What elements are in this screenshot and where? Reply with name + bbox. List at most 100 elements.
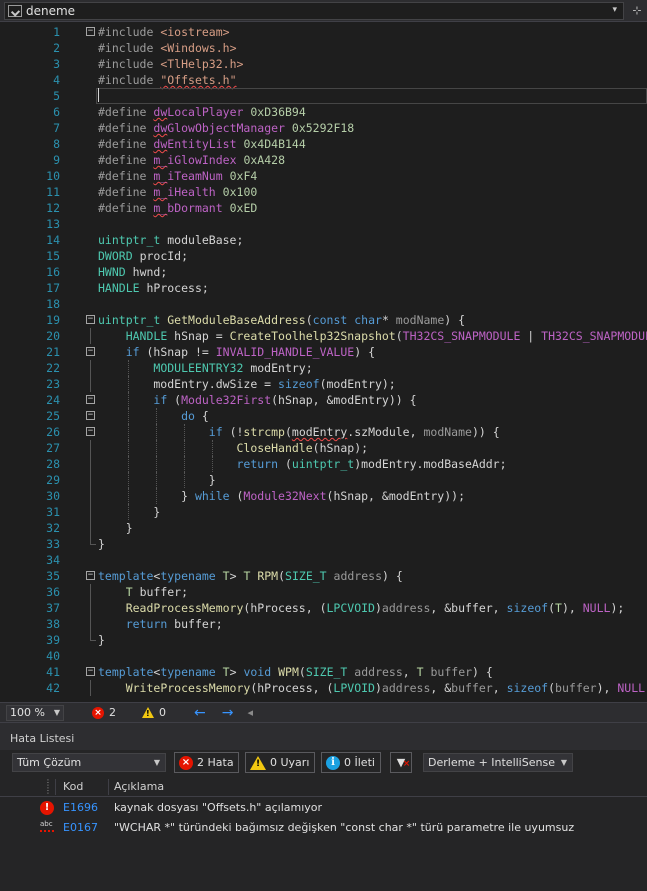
code-line[interactable]: 23 modEntry.dwSize = sizeof(modEntry); — [0, 376, 647, 392]
column-separator[interactable] — [108, 779, 109, 795]
code-line[interactable]: 38 return buffer; — [0, 616, 647, 632]
collapse-icon[interactable]: − — [86, 427, 95, 436]
code-line[interactable]: 18 — [0, 296, 647, 312]
file-selector-dropdown[interactable]: deneme ▾ — [4, 2, 624, 20]
code-line[interactable]: 21 − if (hSnap != INVALID_HANDLE_VALUE) { — [0, 344, 647, 360]
code-text: HWND hwnd; — [98, 265, 168, 279]
code-line[interactable]: 25 − do { — [0, 408, 647, 424]
line-number: 22 — [46, 361, 60, 375]
code-line[interactable]: 30 } while (Module32Next(hSnap, &modEntr… — [0, 488, 647, 504]
code-editor[interactable]: 1− #include <iostream> 2 #include <Windows.… — [0, 22, 647, 702]
code-line[interactable]: 16 HWND hwnd; — [0, 264, 647, 280]
split-editor-icon[interactable]: ⊹ — [630, 2, 644, 20]
error-list-row[interactable]: abc E0167 "WCHAR *" türündeki bağımsız değ… — [0, 818, 647, 838]
code-line[interactable]: 13 — [0, 216, 647, 232]
code-line[interactable]: 12 #define m_bDormant 0xED — [0, 200, 647, 216]
clear-filter-button[interactable]: ▼ × — [390, 752, 412, 773]
code-text: } — [98, 633, 105, 647]
code-line[interactable]: 24 − if (Module32First(hSnap, &modEntry))… — [0, 392, 647, 408]
scope-dropdown[interactable]: Tüm Çözüm ▼ — [12, 753, 166, 772]
error-count-indicator[interactable]: × 2 — [92, 706, 116, 719]
code-line[interactable]: 37 ReadProcessMemory(hProcess, (LPCVOID)… — [0, 600, 647, 616]
code-line[interactable]: 32 } — [0, 520, 647, 536]
collapse-icon[interactable]: − — [86, 571, 95, 580]
code-line[interactable]: 19 − uintptr_t GetModuleBaseAddress(const … — [0, 312, 647, 328]
errors-filter-button[interactable]: × 2 Hata — [174, 752, 239, 773]
error-code-link[interactable]: E0167 — [63, 821, 98, 834]
current-line-highlight — [96, 88, 647, 104]
code-text: return (uintptr_t)modEntry.modBaseAddr; — [236, 457, 507, 471]
code-text: MODULEENTRY32 modEntry; — [153, 361, 313, 375]
project-file-icon — [8, 5, 22, 17]
panel-title: Hata Listesi — [10, 732, 75, 745]
code-line[interactable]: 15 DWORD procId; — [0, 248, 647, 264]
line-number: 19 — [46, 313, 60, 327]
warnings-filter-button[interactable]: ! 0 Uyarı — [245, 752, 315, 773]
collapse-icon[interactable]: − — [86, 27, 95, 36]
code-line[interactable]: 22 MODULEENTRY32 modEntry; — [0, 360, 647, 376]
code-line[interactable]: 31 } — [0, 504, 647, 520]
code-text: #define dwEntityList 0x4D4B144 — [98, 137, 306, 151]
line-number: 41 — [46, 665, 60, 679]
code-line[interactable]: 36 T buffer; — [0, 584, 647, 600]
previous-issue-arrow-icon[interactable]: ← — [194, 706, 206, 720]
code-line[interactable]: 1 − #include <iostream> — [0, 24, 647, 40]
collapse-icon[interactable]: − — [86, 395, 95, 404]
zoom-dropdown[interactable]: 100 % ▼ — [6, 704, 64, 721]
line-number: 34 — [46, 553, 60, 567]
column-header-code[interactable]: Kod — [63, 780, 83, 793]
error-description: kaynak dosyası "Offsets.h" açılamıyor — [114, 801, 323, 814]
code-line[interactable]: 27 CloseHandle(hSnap); — [0, 440, 647, 456]
column-header-description[interactable]: Açıklama — [114, 780, 164, 793]
build-source-dropdown[interactable]: Derleme + IntelliSense ▼ — [423, 753, 573, 772]
line-number: 36 — [46, 585, 60, 599]
sort-icon[interactable]: ⋮ ⋮ — [44, 779, 52, 795]
scope-value: Tüm Çözüm — [17, 756, 82, 769]
fold-region-line — [90, 504, 91, 520]
code-line[interactable]: 20 HANDLE hSnap = CreateToolhelp32Snapsh… — [0, 328, 647, 344]
collapse-icon[interactable]: − — [86, 347, 95, 356]
code-line[interactable]: 26 − if (!strcmp(modEntry.szModule, modNa… — [0, 424, 647, 440]
code-text: WriteProcessMemory(hProcess, (LPVOID)add… — [125, 681, 647, 695]
code-line[interactable]: 41 − template<typename T> void WPM(SIZE_T … — [0, 664, 647, 680]
line-number: 16 — [46, 265, 60, 279]
code-line[interactable]: 5 — [0, 88, 647, 104]
code-line[interactable]: 29 } — [0, 472, 647, 488]
line-number: 4 — [53, 73, 60, 87]
error-count: 2 — [109, 706, 116, 719]
horizontal-scroll-left-icon[interactable]: ◂ — [247, 706, 253, 719]
code-line[interactable]: 34 — [0, 552, 647, 568]
code-line[interactable]: 3 #include <TlHelp32.h> — [0, 56, 647, 72]
code-text: template<typename T> void WPM(SIZE_T add… — [98, 665, 493, 679]
code-line[interactable]: 6 #define dwLocalPlayer 0xD36B94 — [0, 104, 647, 120]
code-line[interactable]: 2 #include <Windows.h> — [0, 40, 647, 56]
collapse-icon[interactable]: − — [86, 667, 95, 676]
collapse-icon[interactable]: − — [86, 315, 95, 324]
error-list-row[interactable]: ! E1696 kaynak dosyası "Offsets.h" açılamı… — [0, 798, 647, 818]
code-line[interactable]: 14 uintptr_t moduleBase; — [0, 232, 647, 248]
code-line[interactable]: 7 #define dwGlowObjectManager 0x5292F18 — [0, 120, 647, 136]
fold-region-line — [90, 360, 91, 376]
code-line[interactable]: 11 #define m_iHealth 0x100 — [0, 184, 647, 200]
collapse-icon[interactable]: − — [86, 411, 95, 420]
code-line[interactable]: 17 HANDLE hProcess; — [0, 280, 647, 296]
code-line[interactable]: 40 — [0, 648, 647, 664]
line-number: 32 — [46, 521, 60, 535]
error-code-link[interactable]: E1696 — [63, 801, 98, 814]
code-line[interactable]: 28 return (uintptr_t)modEntry.modBaseAdd… — [0, 456, 647, 472]
next-issue-arrow-icon[interactable]: → — [222, 706, 234, 720]
messages-filter-button[interactable]: i 0 İleti — [321, 752, 381, 773]
column-separator[interactable] — [55, 779, 56, 795]
code-text: #include "Offsets.h" — [98, 73, 237, 87]
code-line[interactable]: 8 #define dwEntityList 0x4D4B144 — [0, 136, 647, 152]
code-line[interactable]: 9 #define m_iGlowIndex 0xA428 — [0, 152, 647, 168]
code-line[interactable]: 10 #define m_iTeamNum 0xF4 — [0, 168, 647, 184]
error-icon: ! — [40, 801, 54, 815]
code-line[interactable]: 35 − template<typename T> T RPM(SIZE_T add… — [0, 568, 647, 584]
code-line[interactable]: 42 WriteProcessMemory(hProcess, (LPVOID)… — [0, 680, 647, 696]
code-line[interactable]: 39} — [0, 632, 647, 648]
error-description: "WCHAR *" türündeki bağımsız değişken "c… — [114, 821, 575, 834]
code-line[interactable]: 4 #include "Offsets.h" — [0, 72, 647, 88]
warning-count-indicator[interactable]: ! 0 — [142, 706, 166, 719]
code-line[interactable]: 33} — [0, 536, 647, 552]
